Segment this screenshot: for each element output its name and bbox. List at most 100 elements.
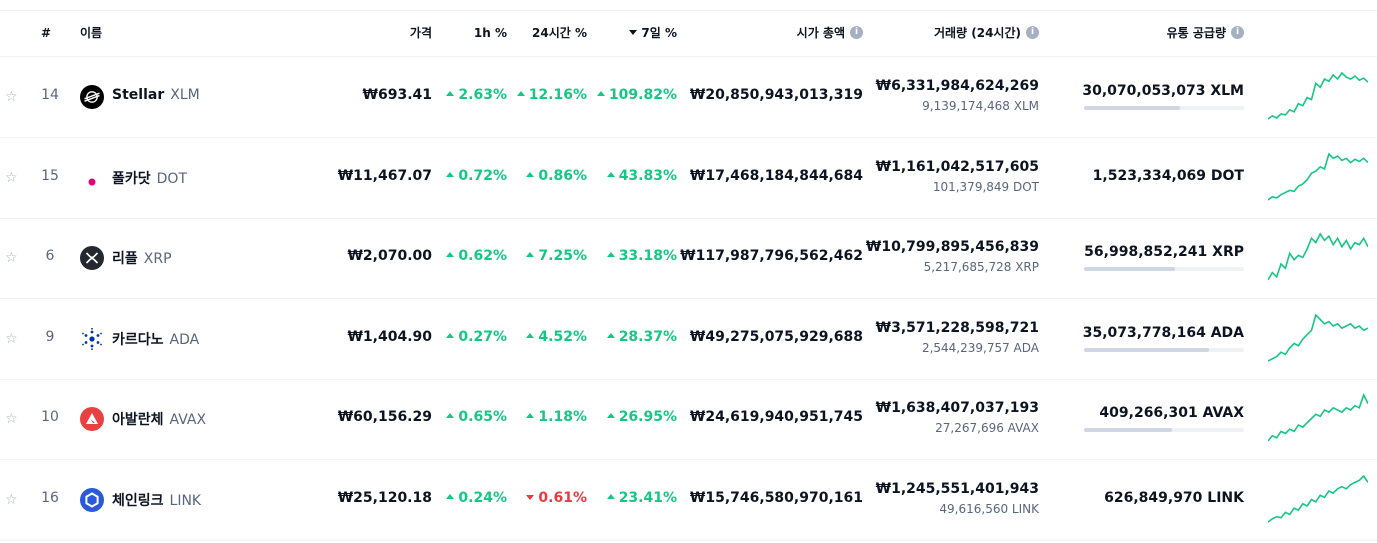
volume-coin: 27,267,696 AVAX <box>935 421 1039 435</box>
polkadot-icon <box>80 166 104 190</box>
change-7d: 26.95% <box>606 409 677 425</box>
change-1h-value: 0.62% <box>458 248 507 264</box>
supply-progress-bar <box>1084 267 1244 271</box>
volume-krw[interactable]: ₩3,571,228,598,721 <box>876 320 1039 336</box>
coin-name-link[interactable]: Stellar XLM <box>112 87 200 103</box>
coin-symbol: XRP <box>143 251 172 267</box>
caret-up-icon <box>526 251 535 257</box>
table-row[interactable]: ☆ 10 아발란체 AVAX ₩60,156.29 0.65% 1.18% 26.95% ₩24… <box>0 379 1377 460</box>
star-icon[interactable]: ☆ <box>5 251 19 265</box>
info-icon[interactable]: i <box>850 26 863 39</box>
change-1h: 0.62% <box>446 248 507 264</box>
market-cap: ₩24,619,940,951,745 <box>689 409 863 425</box>
circulating-supply: 35,073,778,164 ADA <box>1082 325 1244 341</box>
info-icon[interactable]: i <box>1026 26 1039 39</box>
caret-up-icon <box>446 332 455 338</box>
change-7d: 43.83% <box>606 168 677 184</box>
supply-progress-fill <box>1084 267 1176 271</box>
volume-krw[interactable]: ₩1,245,551,401,943 <box>876 481 1039 497</box>
change-7d: 33.18% <box>606 248 677 264</box>
header-market-cap-label: 시가 총액 <box>796 26 845 40</box>
header-name[interactable]: 이름 <box>80 11 102 56</box>
star-icon[interactable]: ☆ <box>5 90 19 104</box>
header-change-1h[interactable]: 1h % <box>474 11 507 56</box>
sparkline-7d-chart[interactable] <box>1268 472 1368 524</box>
sparkline-7d-chart[interactable] <box>1268 391 1368 443</box>
cardano-icon <box>80 327 104 351</box>
change-7d-value: 23.41% <box>618 490 677 506</box>
header-change-24h[interactable]: 24시간 % <box>532 11 587 56</box>
coin-name-link[interactable]: 아발란체 AVAX <box>112 409 206 429</box>
change-7d: 109.82% <box>596 87 677 103</box>
caret-up-icon <box>606 332 615 338</box>
sparkline-path <box>1268 154 1368 200</box>
change-1h: 0.24% <box>446 490 507 506</box>
header-price[interactable]: 가격 <box>410 11 432 56</box>
coin-name-link[interactable]: 카르다노 ADA <box>112 329 199 349</box>
star-icon[interactable]: ☆ <box>5 412 19 426</box>
sparkline-7d-chart[interactable] <box>1268 150 1368 202</box>
market-cap: ₩49,275,075,929,688 <box>689 329 863 345</box>
header-supply[interactable]: 유통 공급량 i <box>1167 11 1244 56</box>
table-row[interactable]: ☆ 15 폴카닷 DOT ₩11,467.07 0.72% 0.86% 43.83% ₩17,4… <box>0 138 1377 219</box>
star-icon[interactable]: ☆ <box>5 332 19 346</box>
volume-krw[interactable]: ₩6,331,984,624,269 <box>876 78 1039 94</box>
caret-up-icon <box>606 171 615 177</box>
change-1h: 0.27% <box>446 329 507 345</box>
change-24h: 0.61% <box>526 490 587 506</box>
volume-krw[interactable]: ₩1,638,407,037,193 <box>876 400 1039 416</box>
circulating-supply: 56,998,852,241 XRP <box>1084 244 1244 260</box>
header-volume[interactable]: 거래량 (24시간) i <box>934 11 1039 56</box>
supply-progress-fill <box>1084 428 1172 432</box>
caret-up-icon <box>526 412 535 418</box>
coin-name: 카르다노 <box>112 332 164 348</box>
change-1h: 2.63% <box>446 87 507 103</box>
table-row[interactable]: ☆ 14 Stellar XLM ₩693.41 2.63% 12.16% 109.82% ₩2… <box>0 57 1377 138</box>
coin-rank: 10 <box>41 409 59 425</box>
change-7d-value: 33.18% <box>618 248 677 264</box>
market-cap: ₩15,746,580,970,161 <box>689 490 863 506</box>
coin-name-link[interactable]: 폴카닷 DOT <box>112 168 187 188</box>
caret-up-icon <box>606 412 615 418</box>
coin-symbol: XLM <box>170 87 200 103</box>
coin-name: 아발란체 <box>112 412 164 428</box>
sparkline-7d-chart[interactable] <box>1268 230 1368 282</box>
sparkline-7d-chart[interactable] <box>1268 311 1368 363</box>
header-market-cap[interactable]: 시가 총액 i <box>797 11 863 56</box>
supply-progress-fill <box>1084 106 1180 110</box>
star-icon[interactable]: ☆ <box>5 493 19 507</box>
header-rank[interactable]: # <box>41 11 51 56</box>
coin-name-link[interactable]: 체인링크 LINK <box>112 490 201 510</box>
volume-krw[interactable]: ₩1,161,042,517,605 <box>876 159 1039 175</box>
info-icon[interactable]: i <box>1231 26 1244 39</box>
crypto-price-table: # 이름 가격 1h % 24시간 % 7일 % 시가 총액 i 거래량 (24시… <box>0 0 1377 543</box>
star-icon[interactable]: ☆ <box>5 171 19 185</box>
table-row[interactable]: ☆ 9 카르다노 ADA ₩1,404.90 0.27% 4.52% 28.37% ₩49,27… <box>0 299 1377 380</box>
table-row[interactable]: ☆ 6 리플 XRP ₩2,070.00 0.62% 7.25% 33.18% ₩117,987… <box>0 218 1377 299</box>
sparkline-path <box>1268 395 1368 441</box>
change-7d-value: 28.37% <box>618 329 677 345</box>
xrp-icon <box>80 246 104 270</box>
change-24h-value: 0.61% <box>538 490 587 506</box>
header-change-7d[interactable]: 7일 % <box>629 11 677 56</box>
coin-price: ₩2,070.00 <box>347 248 432 264</box>
change-24h: 7.25% <box>526 248 587 264</box>
volume-coin: 9,139,174,468 XLM <box>922 99 1039 113</box>
header-supply-label: 유통 공급량 <box>1166 26 1226 40</box>
market-cap: ₩17,468,184,844,684 <box>689 168 863 184</box>
table-row[interactable]: ☆ 16 체인링크 LINK ₩25,120.18 0.24% 0.61% 23.41% ₩15… <box>0 460 1377 541</box>
supply-progress-bar <box>1084 106 1244 110</box>
sort-desc-icon <box>629 30 638 35</box>
volume-krw[interactable]: ₩10,799,895,456,839 <box>866 239 1039 255</box>
coin-symbol: DOT <box>156 171 187 187</box>
coin-name-link[interactable]: 리플 XRP <box>112 248 172 268</box>
caret-up-icon <box>516 90 525 96</box>
supply-progress-bar <box>1084 348 1244 352</box>
change-24h-value: 7.25% <box>538 248 587 264</box>
caret-up-icon <box>596 90 605 96</box>
market-cap: ₩20,850,943,013,319 <box>689 87 863 103</box>
coin-symbol: AVAX <box>169 412 207 428</box>
sparkline-7d-chart[interactable] <box>1268 69 1368 121</box>
header-change-7d-label: 7일 % <box>641 26 677 40</box>
change-24h-value: 1.18% <box>538 409 587 425</box>
